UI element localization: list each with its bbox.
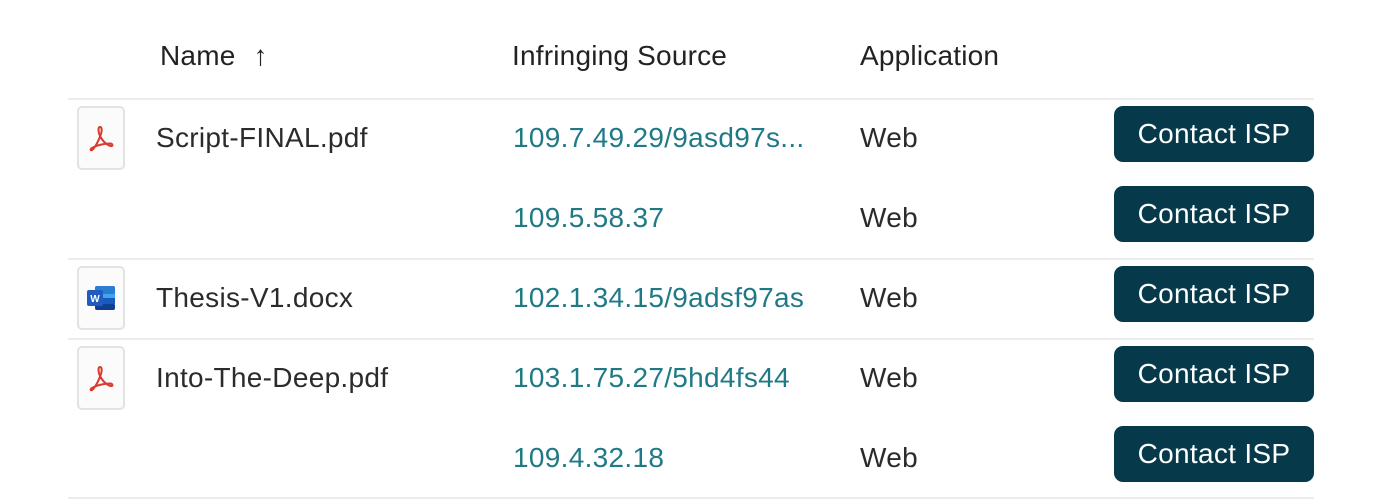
application-value: Web <box>860 202 918 233</box>
column-header-name[interactable]: Name ↑ <box>160 40 268 72</box>
application-value: Web <box>860 282 918 313</box>
file-name[interactable]: Script-FINAL.pdf <box>156 122 368 154</box>
application-value: Web <box>860 442 918 473</box>
application-value: Web <box>860 362 918 393</box>
table-row: Script-FINAL.pdf 109.7.49.29/9asd97s... … <box>0 100 1380 180</box>
contact-isp-button[interactable]: Contact ISP <box>1114 266 1314 322</box>
word-icon: W <box>77 266 125 330</box>
column-header-infringing-source[interactable]: Infringing Source <box>512 40 727 72</box>
column-header-name-label: Name <box>160 40 236 71</box>
arrow-up-icon[interactable]: ↑ <box>254 40 268 72</box>
file-name[interactable]: Into-The-Deep.pdf <box>156 362 388 394</box>
pdf-icon <box>77 346 125 410</box>
infringing-source-link[interactable]: 109.7.49.29/9asd97s... <box>513 122 818 154</box>
infringing-source-link[interactable]: 103.1.75.27/5hd4fs44 <box>513 362 818 394</box>
table-header: Name ↑ Infringing Source Application <box>0 0 1380 100</box>
infringing-source-link[interactable]: 109.5.58.37 <box>513 202 818 234</box>
contact-isp-button[interactable]: Contact ISP <box>1114 346 1314 402</box>
table-row: 109.5.58.37 Web Contact ISP <box>0 180 1380 260</box>
pdf-icon-glyph <box>89 126 114 152</box>
file-name[interactable]: Thesis-V1.docx <box>156 282 353 314</box>
row-divider <box>68 497 1314 499</box>
table-row: W Thesis-V1.docx 102.1.34.15/9adsf97as W… <box>0 260 1380 340</box>
svg-text:W: W <box>90 294 100 305</box>
table-row: 109.4.32.18 Web Contact ISP <box>0 420 1380 500</box>
column-header-application[interactable]: Application <box>860 40 999 72</box>
table-row: Into-The-Deep.pdf 103.1.75.27/5hd4fs44 W… <box>0 340 1380 420</box>
contact-isp-button[interactable]: Contact ISP <box>1114 186 1314 242</box>
infringing-source-link[interactable]: 109.4.32.18 <box>513 442 818 474</box>
contact-isp-button[interactable]: Contact ISP <box>1114 106 1314 162</box>
application-value: Web <box>860 122 918 153</box>
infringing-source-link[interactable]: 102.1.34.15/9adsf97as <box>513 282 818 314</box>
word-icon-glyph: W <box>87 286 115 310</box>
pdf-icon-glyph <box>89 366 114 392</box>
contact-isp-button[interactable]: Contact ISP <box>1114 426 1314 482</box>
pdf-icon <box>77 106 125 170</box>
